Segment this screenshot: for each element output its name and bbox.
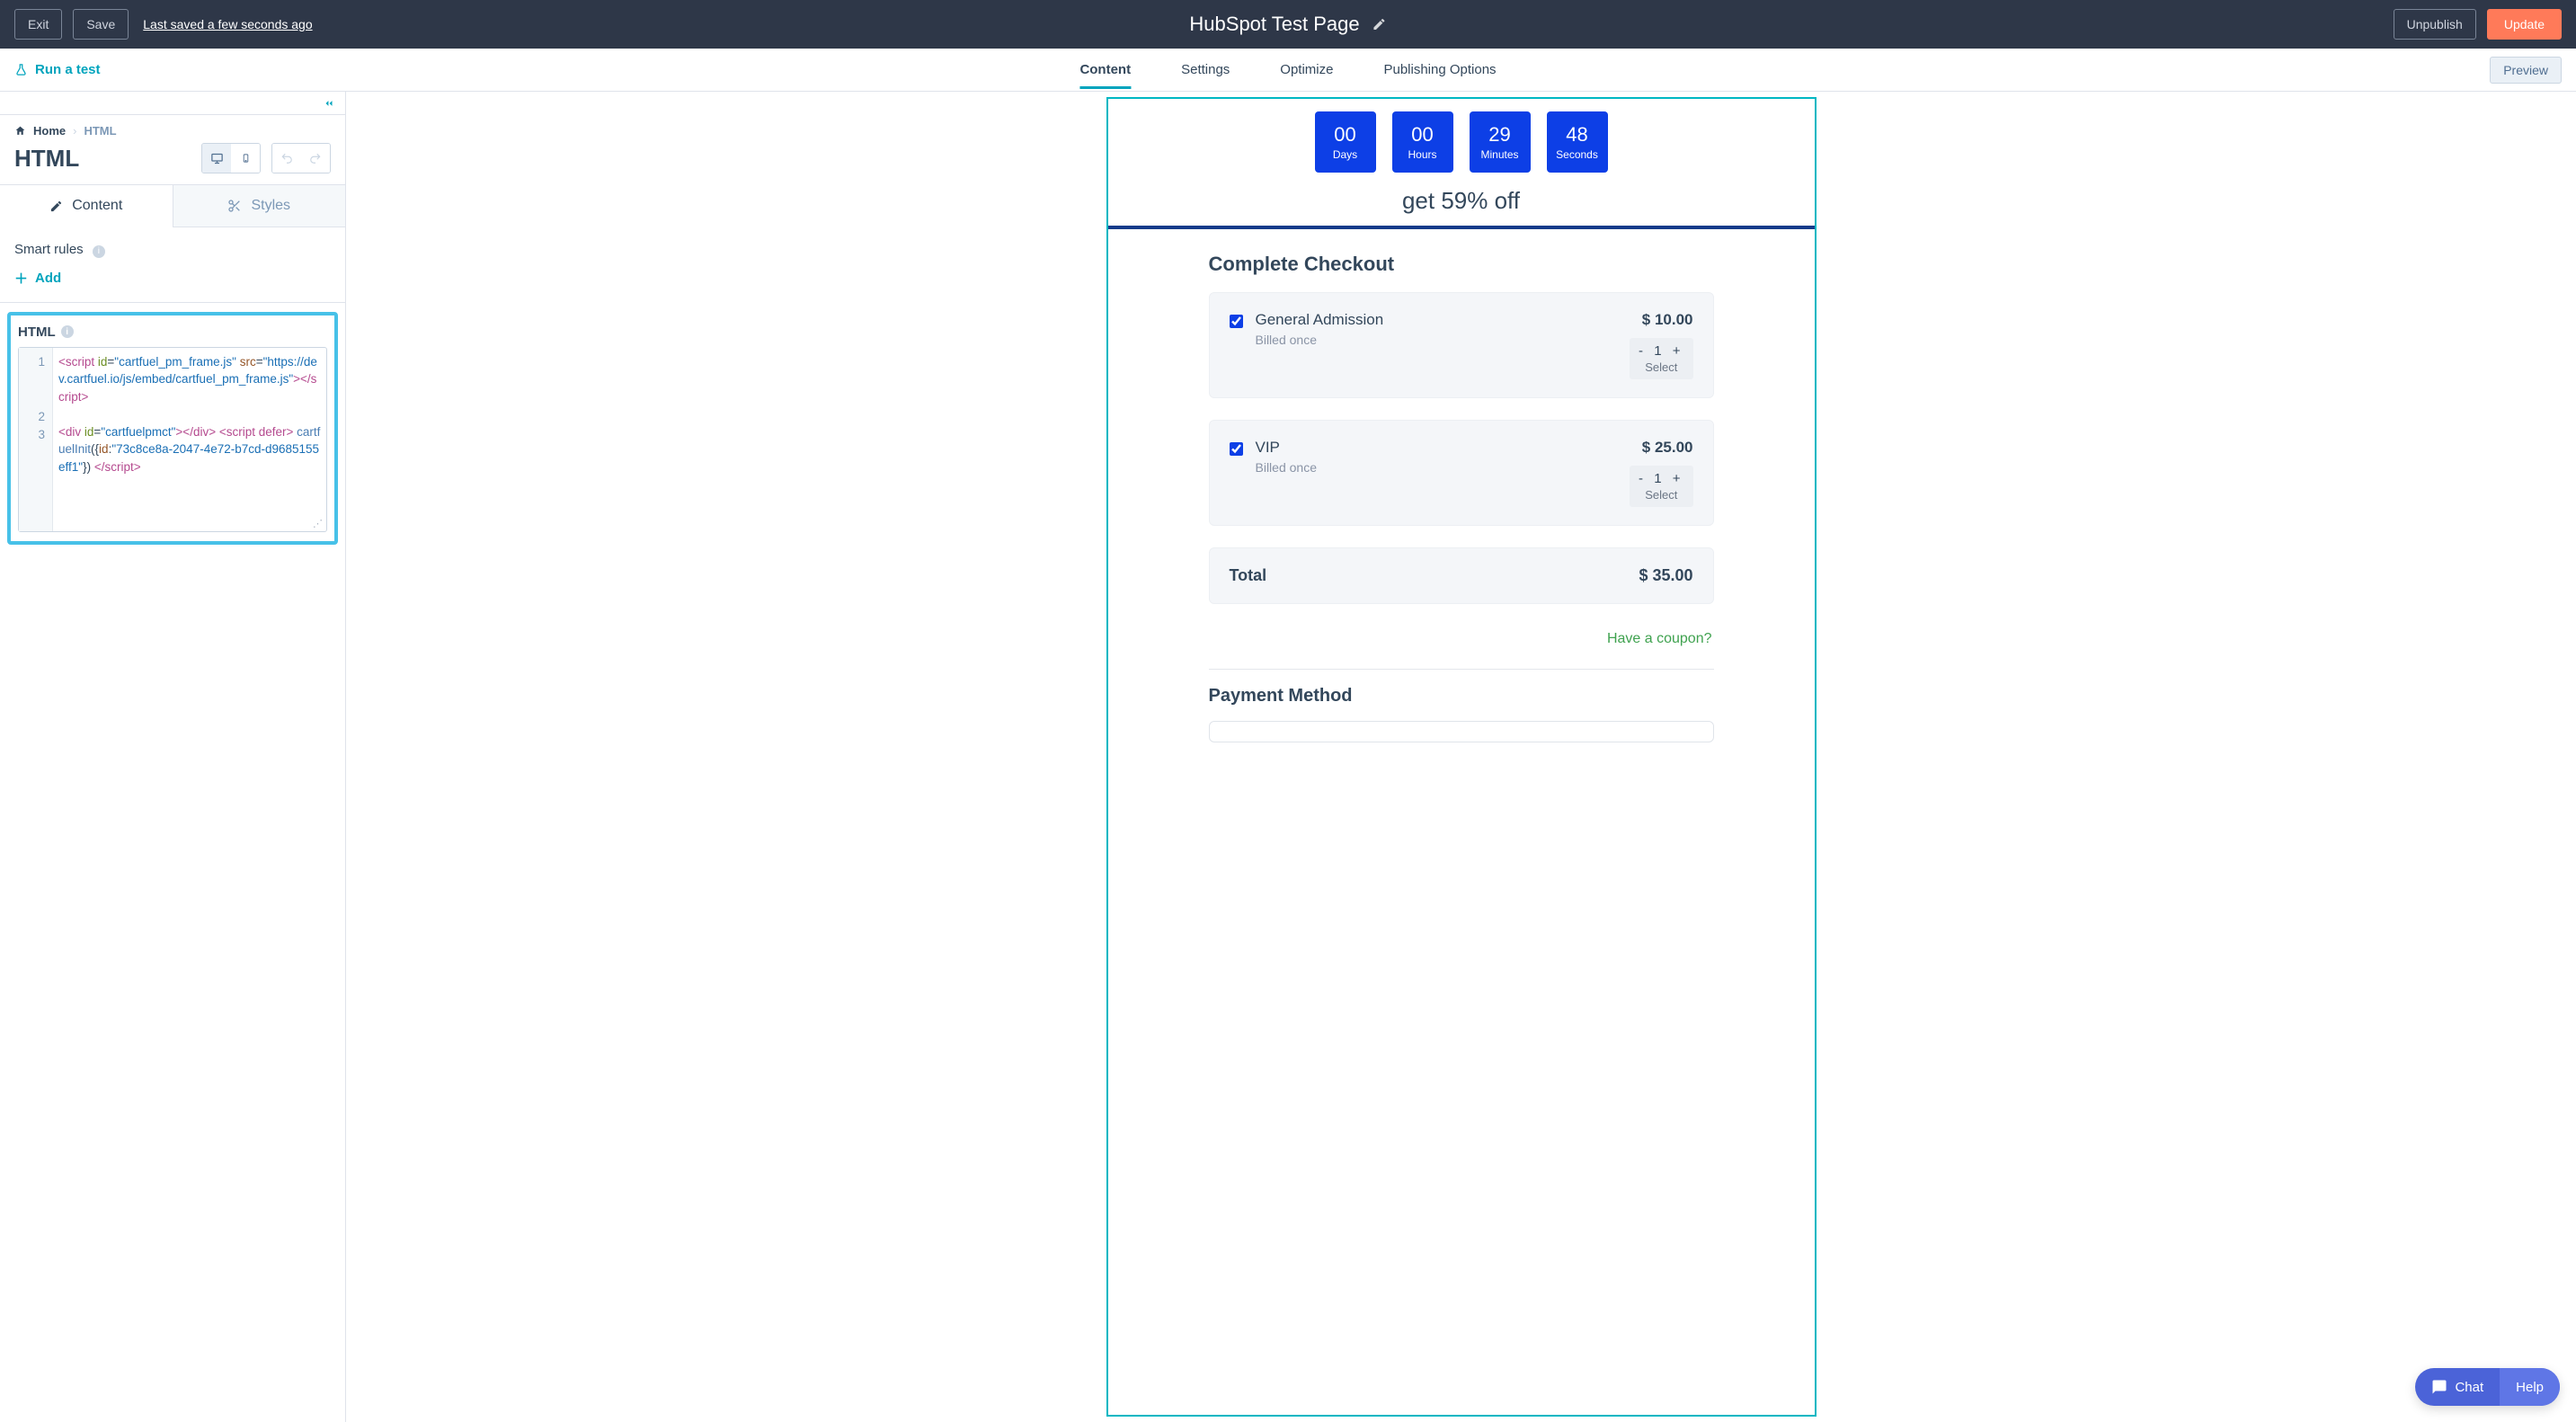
smart-rules-section: Smart rules i ＋ Add <box>0 227 345 303</box>
countdown-days: 00Days <box>1315 111 1376 173</box>
save-button[interactable]: Save <box>73 9 129 40</box>
html-editor-panel: HTML i 1 2 3 <script id="cartfuel_pm_fra… <box>7 312 338 545</box>
checkout-item: VIP Billed once $ 25.00 - 1 + Select <box>1209 420 1714 526</box>
top-bar: Exit Save Last saved a few seconds ago H… <box>0 0 2576 49</box>
qty-minus[interactable]: - <box>1639 471 1647 486</box>
html-field-label: HTML <box>18 324 56 340</box>
smart-rules-label: Smart rules <box>14 242 84 257</box>
item-price: $ 25.00 <box>1630 439 1692 457</box>
item-price: $ 10.00 <box>1630 311 1692 329</box>
qty-plus[interactable]: + <box>1673 343 1684 359</box>
coupon-link[interactable]: Have a coupon? <box>1209 622 1714 663</box>
add-smart-rule[interactable]: ＋ Add <box>14 269 331 288</box>
qty-minus[interactable]: - <box>1639 343 1647 359</box>
total-row: Total $ 35.00 <box>1209 547 1714 604</box>
resize-handle-icon[interactable]: ⋰ <box>313 518 323 529</box>
item-name: General Admission <box>1256 311 1618 329</box>
code-content[interactable]: <script id="cartfuel_pm_frame.js" src="h… <box>53 348 326 531</box>
countdown-seconds: 48Seconds <box>1547 111 1608 173</box>
html-code-editor[interactable]: 1 2 3 <script id="cartfuel_pm_frame.js" … <box>18 347 327 532</box>
canvas-area: 00Days 00Hours 29Minutes 48Seconds get 5… <box>346 92 2576 1422</box>
breadcrumb-current: HTML <box>84 124 116 138</box>
sidebar: Home › HTML HTML <box>0 92 346 1422</box>
total-label: Total <box>1230 566 1267 585</box>
page-title-wrap: HubSpot Test Page <box>1189 13 1386 36</box>
mobile-view-button[interactable] <box>231 144 260 173</box>
quantity-stepper[interactable]: - 1 + Select <box>1630 338 1692 379</box>
help-button[interactable]: Help <box>2500 1368 2560 1406</box>
sidebar-tab-styles[interactable]: Styles <box>173 185 346 227</box>
last-saved-link[interactable]: Last saved a few seconds ago <box>143 17 312 31</box>
help-label: Help <box>2516 1380 2544 1395</box>
nav-tabs: Content Settings Optimize Publishing Opt… <box>1079 51 1496 89</box>
collapse-sidebar-icon[interactable] <box>322 97 336 110</box>
countdown-hours: 00Hours <box>1392 111 1453 173</box>
divider <box>1209 669 1714 670</box>
tab-settings[interactable]: Settings <box>1181 51 1230 89</box>
edit-title-icon[interactable] <box>1372 17 1387 31</box>
sidebar-tab-styles-label: Styles <box>251 198 290 214</box>
select-label: Select <box>1639 360 1683 374</box>
unpublish-button[interactable]: Unpublish <box>2394 9 2476 40</box>
breadcrumb: Home › HTML <box>0 115 345 138</box>
chat-icon <box>2431 1379 2447 1395</box>
breadcrumb-home[interactable]: Home <box>33 124 66 138</box>
countdown-banner: 00Days 00Hours 29Minutes 48Seconds get 5… <box>1108 99 1815 229</box>
payment-method-box[interactable] <box>1209 721 1714 742</box>
beaker-icon <box>14 63 28 76</box>
undo-button[interactable] <box>272 144 301 173</box>
tab-publishing-options[interactable]: Publishing Options <box>1383 51 1496 89</box>
sidebar-title: HTML <box>14 145 79 173</box>
exit-button[interactable]: Exit <box>14 9 62 40</box>
chat-label: Chat <box>2455 1380 2483 1395</box>
item-checkbox[interactable] <box>1230 315 1243 328</box>
pencil-icon <box>49 200 63 213</box>
sub-header: Run a test Content Settings Optimize Pub… <box>0 49 2576 92</box>
sidebar-tab-content[interactable]: Content <box>0 185 173 227</box>
checkout-item: General Admission Billed once $ 10.00 - … <box>1209 292 1714 398</box>
item-billed: Billed once <box>1256 333 1618 347</box>
qty-plus[interactable]: + <box>1673 471 1684 486</box>
info-icon[interactable]: i <box>61 325 74 338</box>
discount-text: get 59% off <box>1108 187 1815 215</box>
checkout-title: Complete Checkout <box>1209 253 1714 276</box>
checkout-section: Complete Checkout General Admission Bill… <box>1108 229 1815 760</box>
select-label: Select <box>1639 488 1683 502</box>
item-billed: Billed once <box>1256 460 1618 475</box>
desktop-view-button[interactable] <box>202 144 231 173</box>
chevron-right-icon: › <box>73 124 76 138</box>
gutter: 1 2 3 <box>19 348 53 531</box>
add-label: Add <box>35 271 61 286</box>
sidebar-tab-content-label: Content <box>72 198 122 214</box>
page-title: HubSpot Test Page <box>1189 13 1359 36</box>
tab-optimize[interactable]: Optimize <box>1280 51 1333 89</box>
item-checkbox[interactable] <box>1230 442 1243 456</box>
tab-content[interactable]: Content <box>1079 51 1131 89</box>
home-icon <box>14 125 26 137</box>
plus-icon: ＋ <box>14 269 28 288</box>
countdown-minutes: 29Minutes <box>1470 111 1531 173</box>
run-test-label: Run a test <box>35 62 101 77</box>
device-toggle <box>201 143 261 173</box>
total-value: $ 35.00 <box>1639 566 1692 585</box>
help-fab: Chat Help <box>2415 1368 2560 1406</box>
preview-button[interactable]: Preview <box>2490 57 2562 84</box>
undo-redo-group <box>271 143 331 173</box>
quantity-stepper[interactable]: - 1 + Select <box>1630 466 1692 507</box>
update-button[interactable]: Update <box>2487 9 2562 40</box>
page-frame[interactable]: 00Days 00Hours 29Minutes 48Seconds get 5… <box>1106 97 1817 1417</box>
chat-button[interactable]: Chat <box>2415 1368 2500 1406</box>
info-icon[interactable]: i <box>93 245 105 258</box>
run-test-link[interactable]: Run a test <box>14 62 101 77</box>
redo-button[interactable] <box>301 144 330 173</box>
payment-method-title: Payment Method <box>1209 686 1714 707</box>
scissors-icon <box>227 199 242 213</box>
item-name: VIP <box>1256 439 1618 457</box>
